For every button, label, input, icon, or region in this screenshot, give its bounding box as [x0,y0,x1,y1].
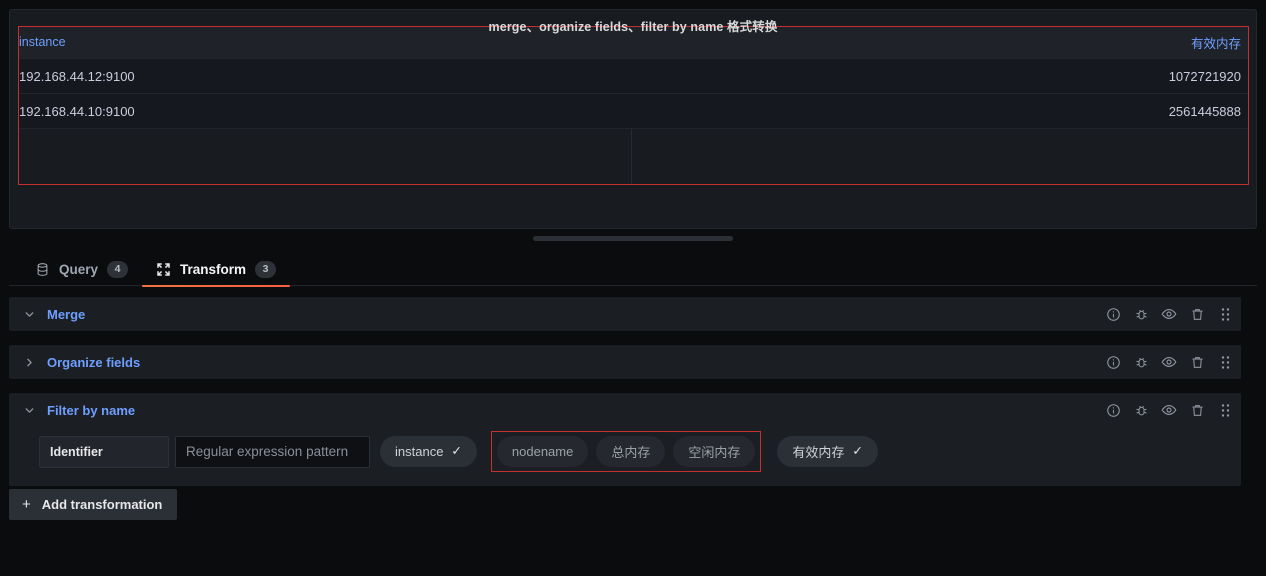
field-pill-available-memory[interactable]: 有效内存 ✓ [777,436,878,467]
chevron-right-icon[interactable] [21,354,37,370]
chevron-down-icon[interactable] [21,402,37,418]
tab-query-label: Query [59,261,99,277]
transformation-name: Organize fields [47,354,141,370]
filter-by-name-body: Identifier instance ✓ nodename 总内存 空闲内 [9,427,1241,486]
cell-instance: 192.168.44.12:9100 [19,68,135,84]
transformation-actions [1105,402,1233,418]
trash-icon[interactable] [1189,402,1205,418]
tab-transform-label: Transform [180,261,247,277]
table-header-row: instance 有效内存 [18,26,1249,59]
transformation-header[interactable]: Filter by name [9,393,1241,427]
field-pill-label: 有效内存 [792,445,845,460]
field-pill-instance[interactable]: instance ✓ [380,436,477,467]
bug-icon[interactable] [1133,306,1149,322]
column-header-available-memory[interactable]: 有效内存 [631,33,1249,52]
field-pill-nodename[interactable]: nodename [496,436,589,467]
field-pill-label: nodename [511,444,574,459]
transformation-actions [1105,306,1233,322]
drag-handle-icon[interactable] [1217,402,1233,418]
regex-pattern-input[interactable] [175,435,370,468]
add-transformation-button[interactable]: + Add transformation [9,489,178,520]
drag-handle-icon[interactable] [1217,354,1233,370]
data-table: instance 有效内存 192.168.44.12:9100 1072721… [18,26,1249,185]
tab-query[interactable]: Query 4 [21,252,142,286]
transformation-row-filter-by-name: Filter by name Identifier Regular expres… [9,393,1241,486]
field-pill-label: instance [395,444,444,459]
panel-edit-page: merge、organize fields、filter by name 格式转… [0,0,1266,576]
trash-icon[interactable] [1189,306,1205,322]
drag-handle-icon[interactable] [1217,306,1233,322]
field-pill-total-memory[interactable]: 总内存 [596,436,666,467]
field-pill-label: 空闲内存 [688,445,741,460]
bug-icon[interactable] [1133,354,1149,370]
transformation-row-organize-fields: Organize fields [9,345,1241,379]
trash-icon[interactable] [1189,354,1205,370]
bug-icon[interactable] [1133,402,1149,418]
table-row: 192.168.44.10:9100 2561445888 [18,94,1249,129]
info-icon[interactable] [1105,306,1121,322]
field-pill-label: 总内存 [611,445,651,460]
database-icon [35,262,50,277]
eye-icon[interactable] [1161,306,1177,322]
info-icon[interactable] [1105,354,1121,370]
process-icon [156,262,171,277]
add-transformation-label: Add transformation [41,497,163,512]
cell-instance: 192.168.44.10:9100 [19,103,135,119]
table-row: 192.168.44.12:9100 1072721920 [18,59,1249,94]
transformation-name: Merge [47,306,86,322]
info-icon[interactable] [1105,402,1121,418]
transformation-actions [1105,354,1233,370]
transformation-row-merge: Merge [9,297,1241,331]
identifier-label: Identifier [39,435,169,468]
column-header-instance[interactable]: instance [18,35,631,49]
visualization-panel: merge、organize fields、filter by name 格式转… [9,9,1257,229]
transformation-name: Filter by name [47,402,136,418]
check-icon: ✓ [852,444,863,459]
cell-available-memory: 1072721920 [1168,68,1241,84]
eye-icon[interactable] [1161,354,1177,370]
check-icon: ✓ [451,444,462,459]
tab-transform[interactable]: Transform 3 [142,252,291,287]
field-pill-free-memory[interactable]: 空闲内存 [673,436,756,467]
tab-active-indicator [142,285,291,287]
eye-icon[interactable] [1161,402,1177,418]
tab-transform-badge: 3 [255,260,277,278]
editor-tab-bar: Query 4 Transform 3 [9,252,1257,287]
cell-available-memory: 2561445888 [1168,103,1241,119]
transformation-header[interactable]: Organize fields [9,345,1241,379]
transformation-header[interactable]: Merge [9,297,1241,331]
plus-icon: + [22,496,31,513]
unselected-fields-highlight-group: nodename 总内存 空闲内存 [490,431,762,472]
chevron-down-icon[interactable] [21,306,37,322]
panel-resize-handle[interactable] [533,236,733,241]
transformations-list: Merge Organize fields Filter by name Ide… [9,297,1257,500]
tab-query-badge: 4 [107,260,129,278]
